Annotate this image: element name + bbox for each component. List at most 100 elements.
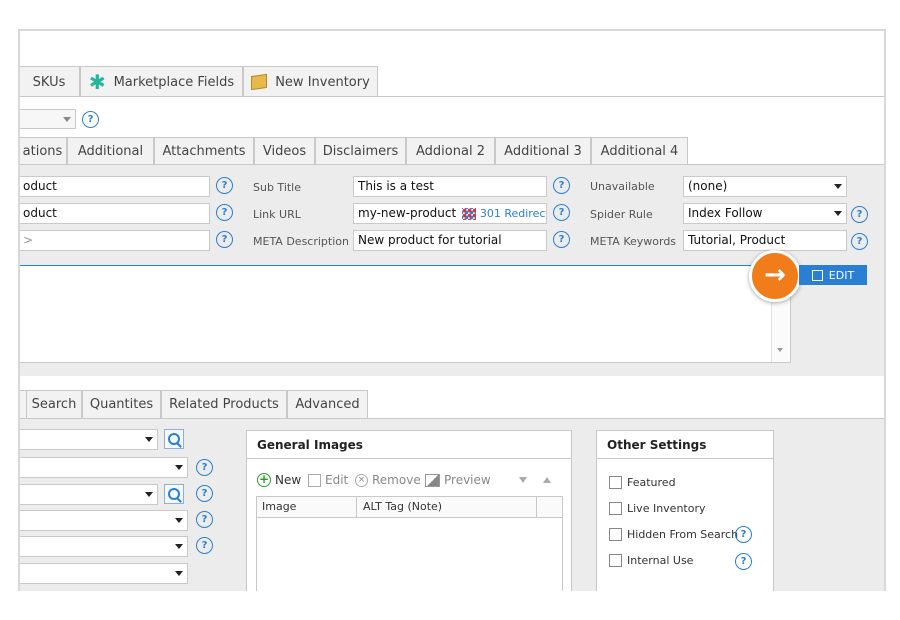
- internal-use-checkbox[interactable]: [609, 554, 622, 567]
- edit-button[interactable]: EDIT: [799, 265, 867, 285]
- button-label: Preview: [444, 473, 491, 487]
- help-icon[interactable]: ?: [216, 204, 233, 221]
- help-icon[interactable]: ?: [196, 537, 213, 554]
- tab-label: Search: [31, 397, 77, 412]
- chevron-down-icon: [175, 465, 183, 470]
- button-label: Edit: [325, 473, 349, 487]
- link-url-input[interactable]: my-new-product 301 Redirect: [353, 203, 547, 224]
- tab-label: Additional: [77, 143, 144, 159]
- hidden-from-search-checkbox[interactable]: [609, 528, 622, 541]
- preview-image-button[interactable]: Preview: [425, 473, 491, 487]
- tab-advanced[interactable]: Advanced: [287, 390, 368, 418]
- image-icon: [425, 473, 440, 487]
- help-icon[interactable]: ?: [553, 177, 570, 194]
- tab-new-inventory[interactable]: New Inventory: [243, 66, 378, 97]
- description-textarea[interactable]: [20, 265, 791, 363]
- help-icon[interactable]: ?: [735, 526, 752, 543]
- search-button[interactable]: [164, 484, 184, 504]
- help-icon[interactable]: ?: [196, 485, 213, 502]
- new-image-button[interactable]: + New: [257, 473, 301, 487]
- dropdown-3[interactable]: [20, 484, 158, 505]
- dropdown-2[interactable]: [20, 457, 188, 478]
- button-label: New: [275, 473, 302, 487]
- tab-label: Additional 4: [600, 143, 679, 159]
- help-icon[interactable]: ?: [82, 111, 99, 128]
- spider-rule-select[interactable]: Index Follow: [683, 203, 847, 224]
- field-value: New product for tutorial: [358, 233, 502, 247]
- live-inventory-label: Live Inventory: [627, 502, 706, 515]
- plus-circle-icon: +: [257, 472, 271, 487]
- dropdown-4[interactable]: [20, 510, 188, 531]
- help-icon[interactable]: ?: [553, 204, 570, 221]
- live-inventory-checkbox[interactable]: [609, 502, 622, 515]
- column-image[interactable]: Image: [262, 500, 296, 513]
- help-icon[interactable]: ?: [196, 459, 213, 476]
- tab-ations[interactable]: ations: [20, 137, 67, 164]
- featured-checkbox[interactable]: [609, 476, 622, 489]
- help-icon[interactable]: ?: [216, 231, 233, 248]
- meta-keywords-label: META Keywords: [590, 235, 677, 248]
- move-up-icon[interactable]: [543, 477, 551, 483]
- hidden-from-search-label: Hidden From Search: [627, 528, 739, 541]
- help-icon[interactable]: ?: [735, 553, 752, 570]
- column-alt-tag[interactable]: ALT Tag (Note): [363, 500, 442, 513]
- tab-search[interactable]: Search: [26, 390, 82, 418]
- chevron-down-icon: [834, 211, 842, 216]
- tab-related-products[interactable]: Related Products: [161, 390, 287, 418]
- edit-icon: [811, 269, 823, 281]
- dropdown-5[interactable]: [20, 536, 188, 557]
- tab-additional-4[interactable]: Additional 4: [591, 137, 688, 164]
- field-value: This is a test: [358, 179, 434, 193]
- unavailable-select[interactable]: (none): [683, 176, 847, 197]
- tab-label: Related Products: [169, 397, 279, 412]
- general-images-panel: General Images + New Edit × Remove Previ…: [246, 430, 572, 591]
- tab-videos[interactable]: Videos: [254, 137, 315, 164]
- search-button[interactable]: [164, 429, 184, 449]
- button-label: Remove: [372, 473, 421, 487]
- edit-label: EDIT: [828, 268, 855, 282]
- store-select[interactable]: [20, 109, 76, 129]
- dropdown-1[interactable]: [20, 429, 158, 450]
- chevron-down-icon: [777, 348, 783, 352]
- chevron-down-icon: [175, 571, 183, 576]
- meta-description-input[interactable]: New product for tutorial: [353, 230, 547, 251]
- help-icon[interactable]: ?: [196, 511, 213, 528]
- search-icon-handle: [176, 442, 182, 448]
- tab-quantites[interactable]: Quantites: [82, 390, 161, 418]
- chevron-down-icon: [145, 437, 153, 442]
- title-input[interactable]: >: [20, 230, 210, 251]
- box-icon: [251, 73, 268, 91]
- asterisk-icon: ✱: [88, 70, 106, 94]
- tab-label: Additional 3: [504, 143, 582, 159]
- field-value: >: [23, 233, 34, 247]
- grid-header: Image ALT Tag (Note): [257, 497, 562, 518]
- tab-disclaimers[interactable]: Disclaimers: [315, 137, 406, 164]
- app-window: SKUs ✱ Marketplace Fields New Inventory …: [18, 29, 886, 591]
- remove-image-button[interactable]: × Remove: [355, 473, 421, 487]
- url-name-input[interactable]: oduct: [20, 203, 210, 224]
- sub-title-input[interactable]: This is a test: [353, 176, 547, 197]
- help-icon[interactable]: ?: [216, 177, 233, 194]
- edit-image-button[interactable]: Edit: [308, 473, 348, 487]
- remove-circle-icon: ×: [355, 473, 368, 487]
- tab-attachments[interactable]: Attachments: [154, 137, 254, 164]
- field-value: my-new-product: [358, 206, 457, 220]
- tab-skus[interactable]: SKUs: [20, 66, 80, 97]
- tab-additional[interactable]: Additional: [67, 137, 154, 164]
- tab-addional-2[interactable]: Addional 2: [406, 137, 495, 164]
- dropdown-6[interactable]: [20, 563, 188, 584]
- pencil-icon: [308, 473, 321, 487]
- help-icon[interactable]: ?: [851, 206, 868, 223]
- meta-keywords-input[interactable]: Tutorial, Product: [683, 230, 847, 251]
- tab-divider: [20, 96, 884, 97]
- tab-label: Marketplace Fields: [113, 74, 235, 90]
- link-url-label: Link URL: [253, 208, 301, 221]
- redirect-link[interactable]: 301 Redirect: [480, 207, 546, 220]
- move-down-icon[interactable]: [519, 477, 527, 483]
- tab-marketplace-fields[interactable]: ✱ Marketplace Fields: [80, 66, 243, 97]
- field-value: oduct: [23, 179, 57, 193]
- name-input[interactable]: oduct: [20, 176, 210, 197]
- help-icon[interactable]: ?: [553, 231, 570, 248]
- help-icon[interactable]: ?: [851, 233, 868, 250]
- tab-additional-3[interactable]: Additional 3: [495, 137, 591, 164]
